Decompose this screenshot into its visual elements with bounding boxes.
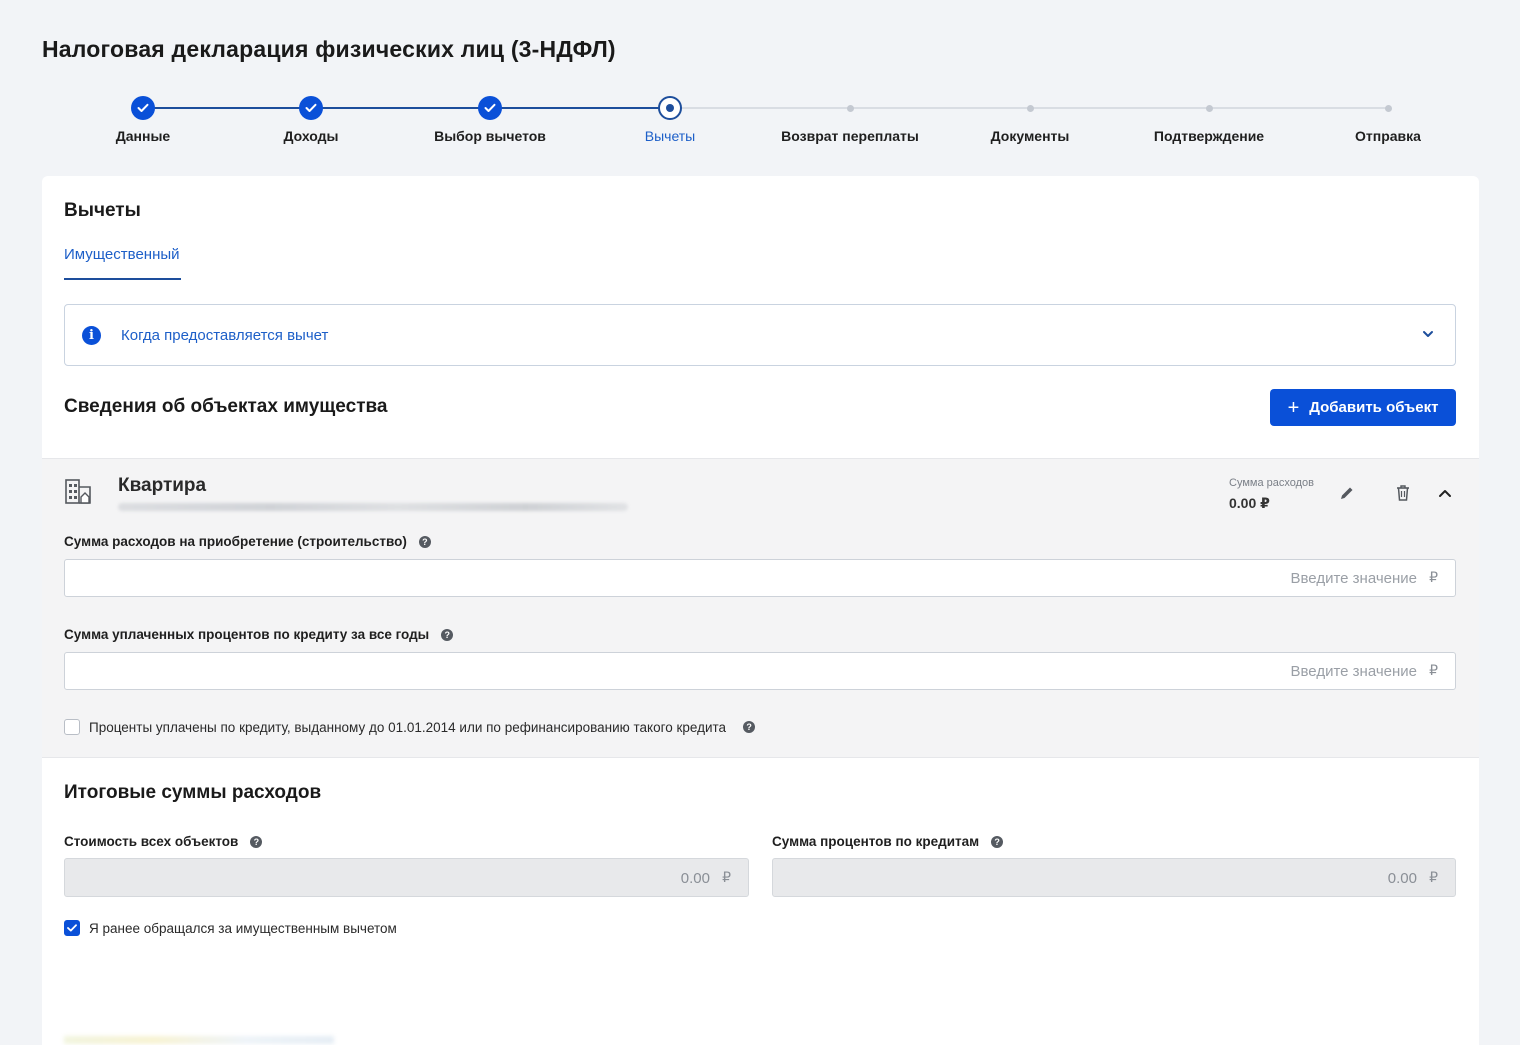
bottom-blur-decoration [64, 1036, 334, 1044]
step-label: Подтверждение [1153, 128, 1265, 144]
step-documents[interactable]: Документы [930, 96, 1130, 144]
total-cost-value: 0.00 [680, 870, 710, 887]
property-object: Квартира Сумма расходов 0.00 ₽ Сумма рас… [42, 458, 1479, 758]
currency-symbol: ₽ [1429, 662, 1438, 678]
pre2014-label[interactable]: Проценты уплачены по кредиту, выданному … [89, 720, 726, 735]
chevron-up-icon[interactable] [1438, 487, 1452, 505]
previous-deduction-checkbox[interactable] [64, 920, 80, 936]
total-interest-label: Сумма процентов по кредитам ? [772, 834, 1004, 849]
step-label: Доходы [283, 128, 339, 144]
interest-label: Сумма уплаченных процентов по кредиту за… [64, 627, 454, 642]
help-icon[interactable]: ? [250, 835, 263, 848]
pending-step-dot [1205, 104, 1213, 112]
info-accordion[interactable]: i Когда предоставляется вычет [64, 304, 1456, 366]
previous-deduction-label[interactable]: Я ранее обращался за имущественным вычет… [89, 921, 397, 936]
pending-step-dot [1384, 104, 1392, 112]
page-title: Налоговая декларация физических лиц (3-Н… [42, 36, 616, 62]
step-label: Вычеты [644, 128, 696, 144]
pending-step-dot [1026, 104, 1034, 112]
step-label: Документы [990, 128, 1070, 144]
object-address-redacted [118, 503, 628, 511]
pre2014-checkbox[interactable] [64, 719, 80, 735]
object-sum-value: 0.00 ₽ [1229, 495, 1270, 511]
pencil-icon[interactable] [1339, 485, 1355, 506]
interest-amount-input-wrapper: ₽ [64, 652, 1456, 690]
trash-icon[interactable] [1395, 484, 1411, 507]
total-interest-field: 0.00 ₽ [772, 858, 1456, 897]
deductions-card: Вычеты Имущественный i Когда предоставля… [42, 176, 1479, 1045]
add-object-label: Добавить объект [1309, 399, 1439, 416]
help-icon[interactable]: ? [991, 835, 1004, 848]
total-cost-label: Стоимость всех объектов ? [64, 834, 263, 849]
totals-title: Итоговые суммы расходов [64, 782, 322, 803]
step-label: Отправка [1355, 128, 1421, 144]
interest-amount-input[interactable] [65, 653, 1455, 689]
acquisition-amount-input-wrapper: ₽ [64, 559, 1456, 597]
currency-symbol: ₽ [1429, 569, 1438, 585]
pre2014-row: Проценты уплачены по кредиту, выданному … [64, 719, 756, 735]
step-income[interactable]: Доходы [211, 96, 411, 144]
total-interest-label-text: Сумма процентов по кредитам [772, 834, 980, 849]
plus-icon: + [1287, 396, 1300, 419]
currency-symbol: ₽ [722, 869, 731, 885]
info-icon: i [82, 325, 101, 345]
step-send[interactable]: Отправка [1288, 96, 1488, 144]
pending-step-dot [846, 104, 854, 112]
step-refund[interactable]: Возврат переплаты [750, 96, 950, 144]
add-object-button[interactable]: + Добавить объект [1270, 389, 1456, 426]
stepper: Данные Доходы Выбор вычетов Вычеты Возвр… [0, 96, 1520, 156]
check-icon [131, 96, 155, 120]
tab-property[interactable]: Имущественный [64, 246, 180, 263]
currency-symbol: ₽ [1429, 869, 1438, 885]
step-label: Выбор вычетов [434, 128, 546, 144]
step-deductions[interactable]: Вычеты [570, 96, 770, 144]
objects-title: Сведения об объектах имущества [64, 396, 388, 417]
object-sum-label: Сумма расходов [1229, 477, 1314, 489]
previous-deduction-row: Я ранее обращался за имущественным вычет… [64, 920, 397, 936]
total-cost-label-text: Стоимость всех объектов [64, 834, 239, 849]
check-icon [299, 96, 323, 120]
help-icon[interactable]: ? [441, 628, 454, 641]
step-choose-deductions[interactable]: Выбор вычетов [390, 96, 590, 144]
tab-active-indicator [64, 278, 181, 280]
step-confirmation[interactable]: Подтверждение [1109, 96, 1309, 144]
help-icon[interactable]: ? [418, 535, 431, 548]
section-title: Вычеты [64, 200, 141, 221]
help-icon[interactable]: ? [743, 721, 756, 733]
info-accordion-title: Когда предоставляется вычет [121, 326, 329, 344]
acquisition-label-text: Сумма расходов на приобретение (строител… [64, 534, 407, 549]
building-icon [64, 477, 94, 510]
total-interest-value: 0.00 [1387, 870, 1417, 887]
acquisition-label: Сумма расходов на приобретение (строител… [64, 534, 431, 549]
interest-label-text: Сумма уплаченных процентов по кредиту за… [64, 627, 430, 642]
acquisition-amount-input[interactable] [65, 560, 1455, 596]
chevron-down-icon[interactable] [1421, 327, 1435, 346]
current-step-icon [658, 96, 682, 120]
check-icon [478, 96, 502, 120]
step-label: Возврат переплаты [781, 128, 919, 144]
total-cost-field: 0.00 ₽ [64, 858, 749, 897]
object-name: Квартира [118, 475, 207, 496]
